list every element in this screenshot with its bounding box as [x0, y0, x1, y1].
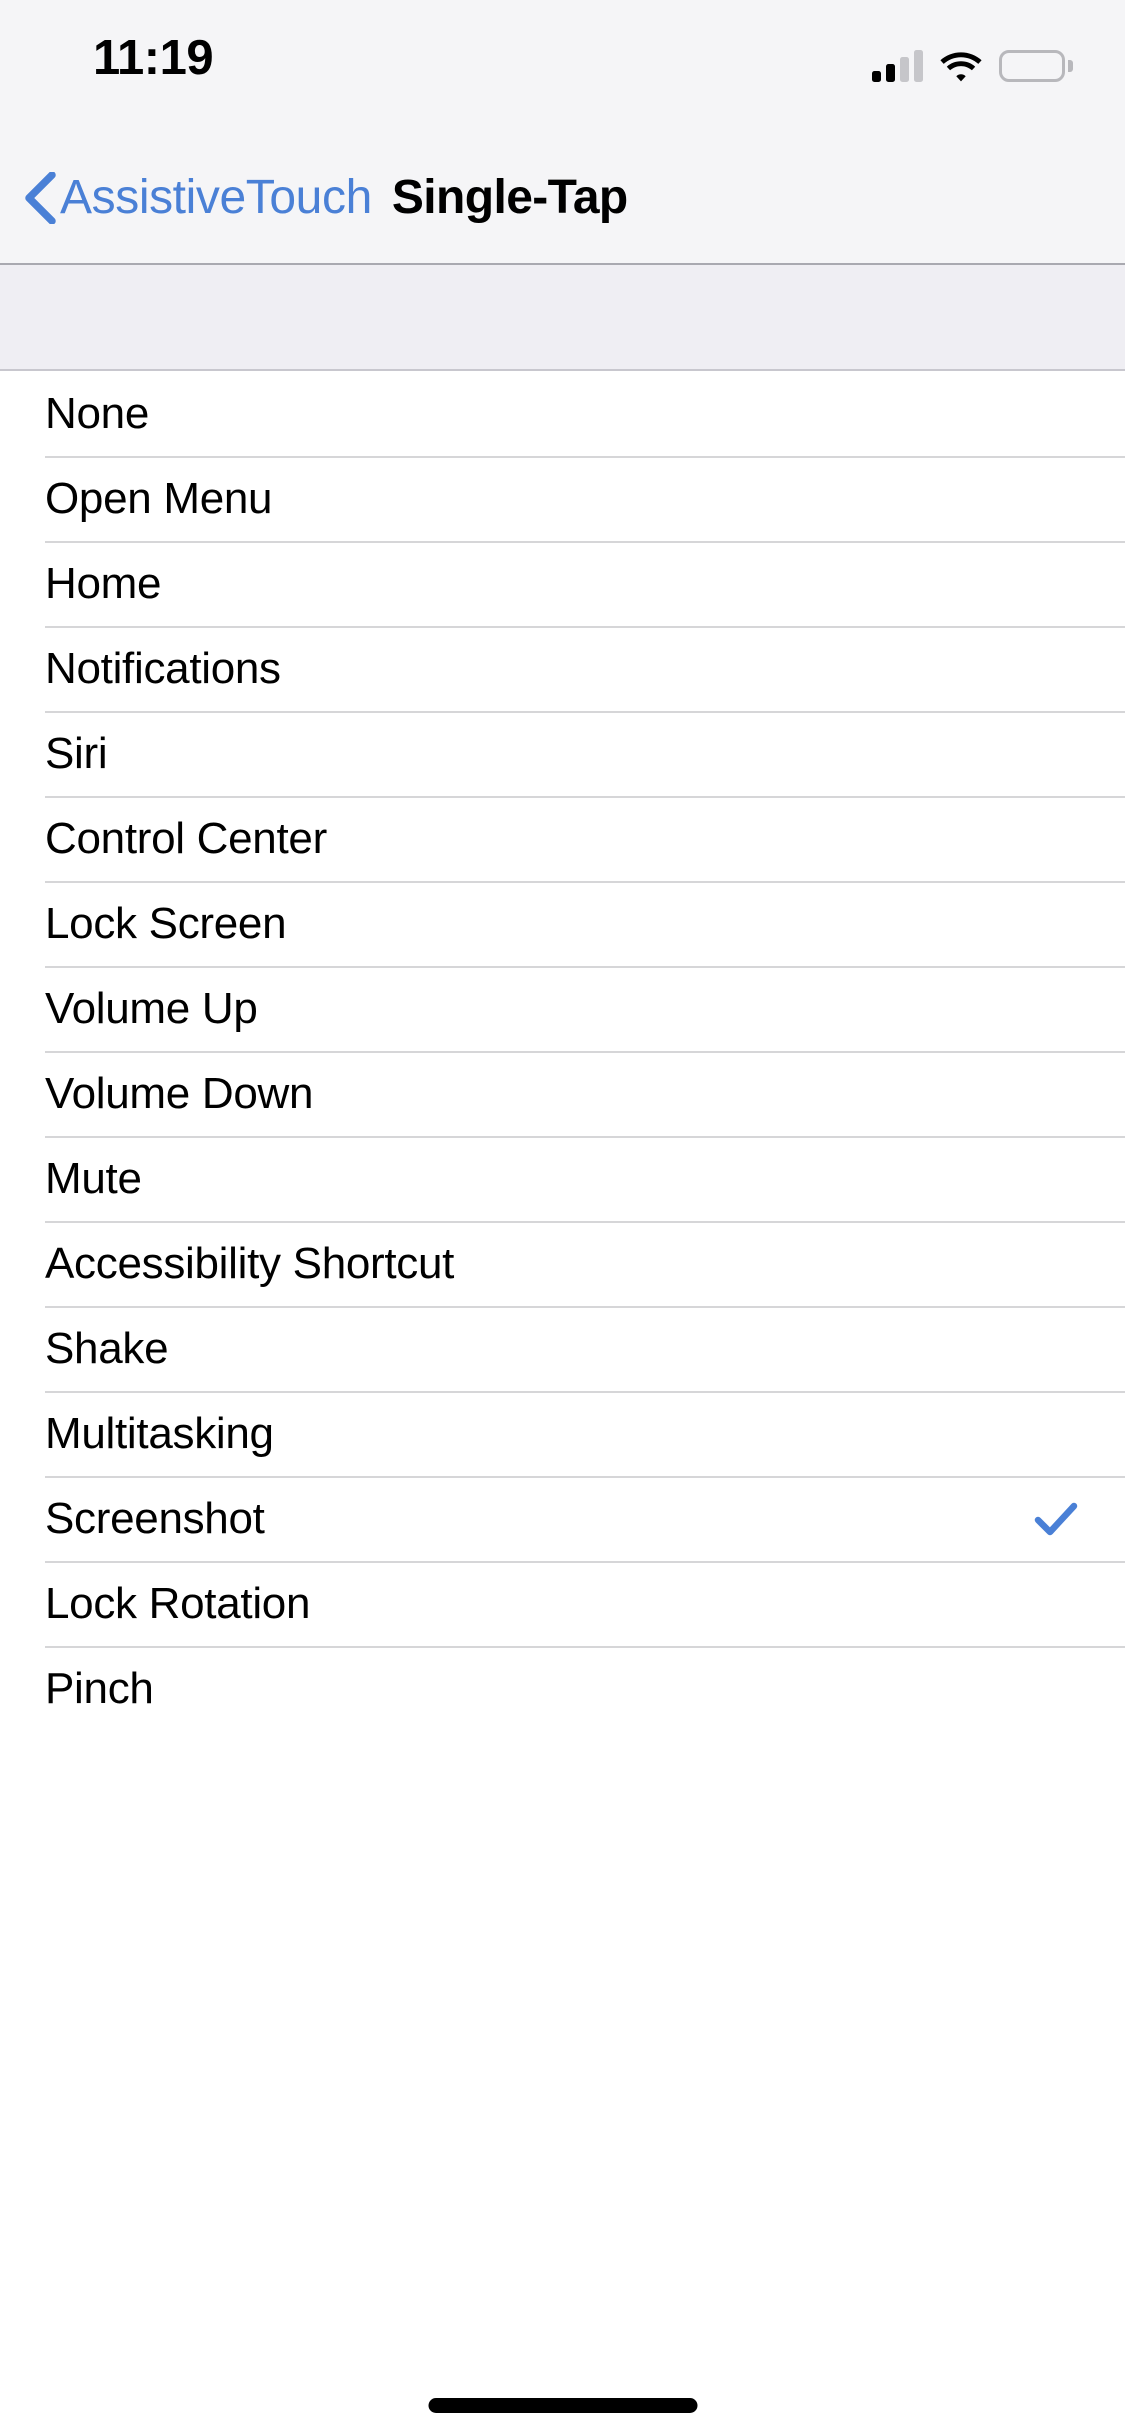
- list-item[interactable]: Accessibility Shortcut: [0, 1221, 1125, 1306]
- list-item-label: Multitasking: [45, 1408, 274, 1458]
- home-indicator-bar[interactable]: [428, 2398, 697, 2413]
- wifi-icon: [940, 51, 982, 82]
- iphone-screen: 11:19 AssistiveTouch Single-Tap None Ope…: [0, 0, 1125, 2436]
- list-item-label: Volume Down: [45, 1068, 314, 1118]
- list-item-label: Volume Up: [45, 983, 258, 1033]
- list-item-label: Mute: [45, 1153, 142, 1203]
- status-bar-clock: 11:19: [93, 31, 214, 85]
- list-item-label: Notifications: [45, 643, 281, 693]
- single-tap-action-list: None Open Menu Home Notifications Siri Contro…: [0, 371, 1125, 1731]
- list-item-label: None: [45, 388, 149, 438]
- list-item[interactable]: Open Menu: [0, 456, 1125, 541]
- list-item-label: Accessibility Shortcut: [45, 1238, 455, 1288]
- list-item[interactable]: Multitasking: [0, 1391, 1125, 1476]
- list-item[interactable]: Lock Screen: [0, 881, 1125, 966]
- list-item[interactable]: Pinch: [0, 1646, 1125, 1731]
- section-header-spacer: [0, 265, 1125, 371]
- battery-icon: [999, 50, 1073, 82]
- list-item[interactable]: Volume Down: [0, 1051, 1125, 1136]
- page-title: Single-Tap: [391, 170, 628, 224]
- back-button-label: AssistiveTouch: [60, 170, 372, 224]
- list-item-label: Screenshot: [45, 1493, 265, 1543]
- list-item-label: Lock Screen: [45, 898, 287, 948]
- list-item[interactable]: Shake: [0, 1306, 1125, 1391]
- list-item[interactable]: Notifications: [0, 626, 1125, 711]
- list-item-label: Open Menu: [45, 473, 273, 523]
- list-item[interactable]: Control Center: [0, 796, 1125, 881]
- list-item[interactable]: Mute: [0, 1136, 1125, 1221]
- list-item[interactable]: Home: [0, 541, 1125, 626]
- list-item-label: Shake: [45, 1323, 169, 1373]
- list-item-label: Control Center: [45, 813, 327, 863]
- status-bar-indicators: [872, 44, 1073, 88]
- list-item-label: Home: [45, 558, 162, 608]
- checkmark-icon: [1032, 1495, 1080, 1543]
- list-item-label: Pinch: [45, 1663, 154, 1713]
- list-item-label: Lock Rotation: [45, 1578, 311, 1628]
- navigation-bar: AssistiveTouch Single-Tap: [0, 132, 1125, 265]
- cellular-signal-icon: [872, 50, 923, 82]
- list-item[interactable]: Lock Rotation: [0, 1561, 1125, 1646]
- list-item[interactable]: Screenshot: [0, 1476, 1125, 1561]
- list-item-label: Siri: [45, 728, 108, 778]
- chevron-left-icon: [22, 171, 56, 224]
- back-button[interactable]: AssistiveTouch: [22, 170, 372, 224]
- list-item[interactable]: Volume Up: [0, 966, 1125, 1051]
- status-bar: 11:19: [0, 0, 1125, 132]
- list-item[interactable]: Siri: [0, 711, 1125, 796]
- list-item[interactable]: None: [0, 371, 1125, 456]
